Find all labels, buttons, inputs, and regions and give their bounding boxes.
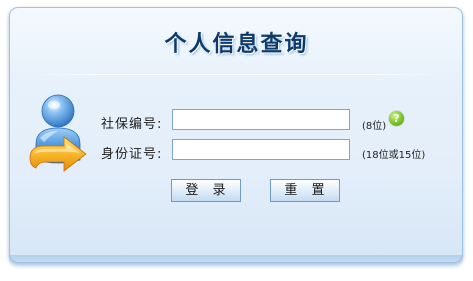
title-divider: [30, 74, 443, 75]
ssn-input[interactable]: [172, 109, 350, 130]
id-card-label: 身份证号:: [101, 147, 163, 162]
ssn-hint: (8位): [362, 121, 387, 132]
id-card-input[interactable]: [172, 139, 350, 160]
id-card-hint: (18位或15位): [362, 150, 426, 161]
panel-shadow: [9, 255, 463, 269]
login-button[interactable]: 登 录: [171, 179, 241, 202]
page-title: 个人信息查询: [164, 31, 309, 57]
user-arrow-icon: [28, 94, 90, 180]
help-icon[interactable]: ?: [389, 111, 404, 126]
ssn-label: 社保编号:: [101, 117, 163, 132]
reset-button[interactable]: 重 置: [270, 179, 340, 202]
